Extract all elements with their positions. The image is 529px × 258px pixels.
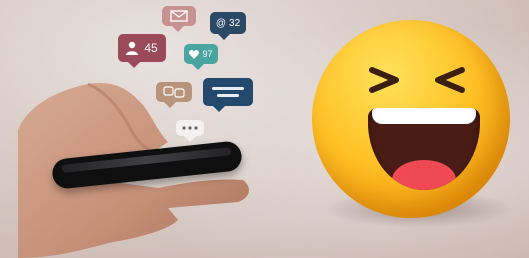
teeth <box>372 108 476 124</box>
heart-icon <box>189 49 200 59</box>
text-message-icon <box>212 87 244 90</box>
chat-icon <box>163 86 185 98</box>
text-message-notification <box>203 78 253 112</box>
mentions-notification: @ 32 <box>210 12 246 40</box>
tongue <box>392 160 456 190</box>
chat-notification <box>156 82 192 108</box>
right-squint-eye <box>435 67 465 93</box>
at-icon: @ <box>215 17 227 29</box>
mail-icon <box>170 10 188 22</box>
user-icon <box>126 41 139 55</box>
likes-notification: 97 <box>184 44 218 70</box>
typing-notification <box>176 120 204 142</box>
laughing-emoji <box>312 20 510 218</box>
mentions-count: 32 <box>229 17 241 29</box>
open-mouth <box>368 108 480 190</box>
followers-count: 45 <box>144 41 158 55</box>
likes-count: 97 <box>202 49 213 59</box>
followers-notification: 45 <box>118 34 166 68</box>
typing-dots-icon <box>182 126 198 130</box>
left-squint-eye <box>369 67 399 93</box>
mail-notification <box>162 6 196 32</box>
